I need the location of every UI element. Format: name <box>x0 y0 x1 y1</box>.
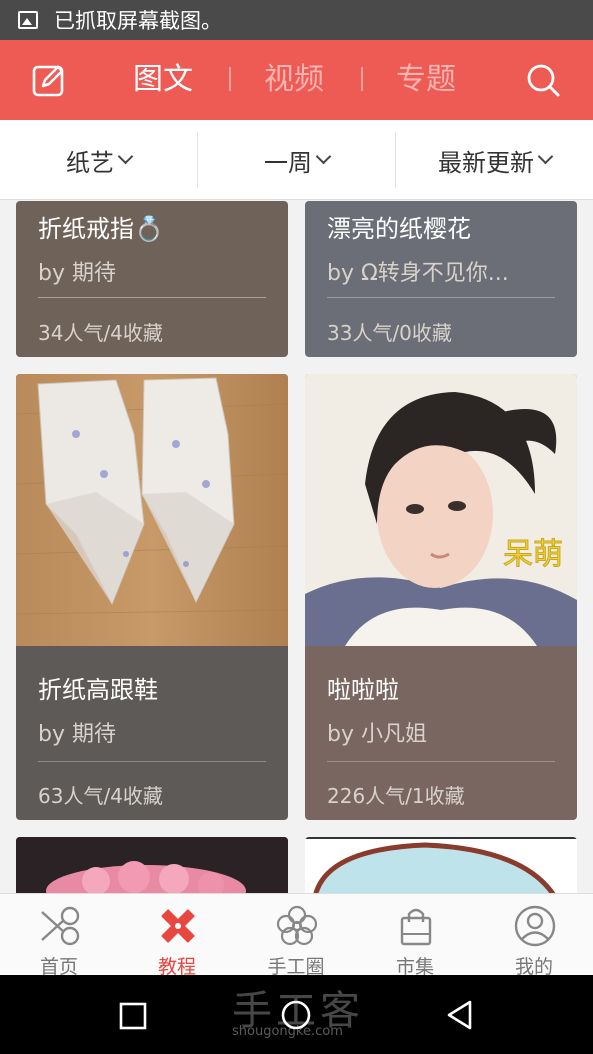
chevron-down-icon <box>117 148 134 164</box>
flower-icon <box>276 905 318 946</box>
card-lalala[interactable]: 呆萌 啦啦啦 by 小凡姐 226人气/1收藏 <box>305 374 577 820</box>
image-icon <box>18 11 38 29</box>
nav-market[interactable]: 市集 <box>356 894 474 978</box>
filter-label: 最新更新 <box>438 148 534 177</box>
user-icon <box>514 905 556 947</box>
card-paper-heels[interactable]: 折纸高跟鞋 by 期待 63人气/4收藏 <box>16 374 288 820</box>
card-title: 漂亮的纸樱花 <box>327 215 471 243</box>
back-icon[interactable] <box>444 999 476 1031</box>
filter-label: 一周 <box>264 148 312 177</box>
card-title: 折纸戒指💍 <box>38 215 164 243</box>
filter-period[interactable]: 一周 <box>198 120 395 200</box>
chevron-down-icon <box>315 148 332 164</box>
card-image <box>16 374 288 646</box>
status-text: 已抓取屏幕截图。 <box>54 9 222 33</box>
tab-separator <box>229 67 231 91</box>
divider <box>38 297 266 298</box>
nav-craft-circle[interactable]: 手工圈 <box>237 894 355 978</box>
nav-profile[interactable]: 我的 <box>475 894 593 978</box>
header-bar: 图文 视频 专题 <box>0 40 593 120</box>
shopping-bag-icon <box>400 908 432 946</box>
filter-bar: 纸艺 一周 最新更新 <box>0 120 593 200</box>
card-paper-sakura[interactable]: 漂亮的纸樱花 by Ω转身不见你... 33人气/0收藏 <box>305 201 577 357</box>
card-rose-cake[interactable] <box>16 837 288 893</box>
watermark-url: shougongke.com <box>232 1024 343 1039</box>
tab-video[interactable]: 视频 <box>264 58 324 102</box>
filter-sort[interactable]: 最新更新 <box>396 120 593 200</box>
chevron-down-icon <box>537 148 554 164</box>
divider <box>38 761 266 762</box>
card-paper-ring[interactable]: 折纸戒指💍 by 期待 34人气/4收藏 <box>16 201 288 357</box>
divider <box>327 761 555 762</box>
card-image <box>16 837 288 893</box>
tab-separator <box>361 67 363 91</box>
card-stats: 34人气/4收藏 <box>38 321 163 345</box>
card-image: 呆萌 <box>305 374 577 646</box>
pencil-ruler-icon <box>161 909 195 943</box>
tab-topics[interactable]: 专题 <box>396 58 456 102</box>
card-stats: 226人气/1收藏 <box>327 784 465 808</box>
card-drawing[interactable] <box>305 837 577 893</box>
nav-home[interactable]: 首页 <box>0 894 118 978</box>
card-author: by 小凡姐 <box>327 722 427 747</box>
filter-label: 纸艺 <box>66 148 114 177</box>
card-grid[interactable]: 折纸戒指💍 by 期待 34人气/4收藏 漂亮的纸樱花 by Ω转身不见你...… <box>0 201 593 893</box>
card-image <box>305 837 577 893</box>
filter-category[interactable]: 纸艺 <box>0 120 197 200</box>
card-author: by Ω转身不见你... <box>327 261 509 286</box>
card-stats: 33人气/0收藏 <box>327 321 452 345</box>
search-icon[interactable] <box>525 62 561 98</box>
card-title: 啦啦啦 <box>327 676 399 704</box>
bottom-nav: 首页 教程 手工圈 市集 我的 <box>0 893 593 978</box>
divider <box>327 297 555 298</box>
card-title: 折纸高跟鞋 <box>38 676 158 704</box>
recent-apps-icon[interactable] <box>118 1001 148 1031</box>
edit-icon[interactable] <box>31 62 67 98</box>
card-author: by 期待 <box>38 722 116 747</box>
card-author: by 期待 <box>38 261 116 286</box>
scissors-icon <box>41 906 80 946</box>
image-caption: 呆萌 <box>503 537 563 572</box>
card-stats: 63人气/4收藏 <box>38 784 163 808</box>
status-bar: 已抓取屏幕截图。 <box>0 0 593 40</box>
nav-tutorials[interactable]: 教程 <box>118 894 236 978</box>
tab-tuwen[interactable]: 图文 <box>133 58 193 102</box>
